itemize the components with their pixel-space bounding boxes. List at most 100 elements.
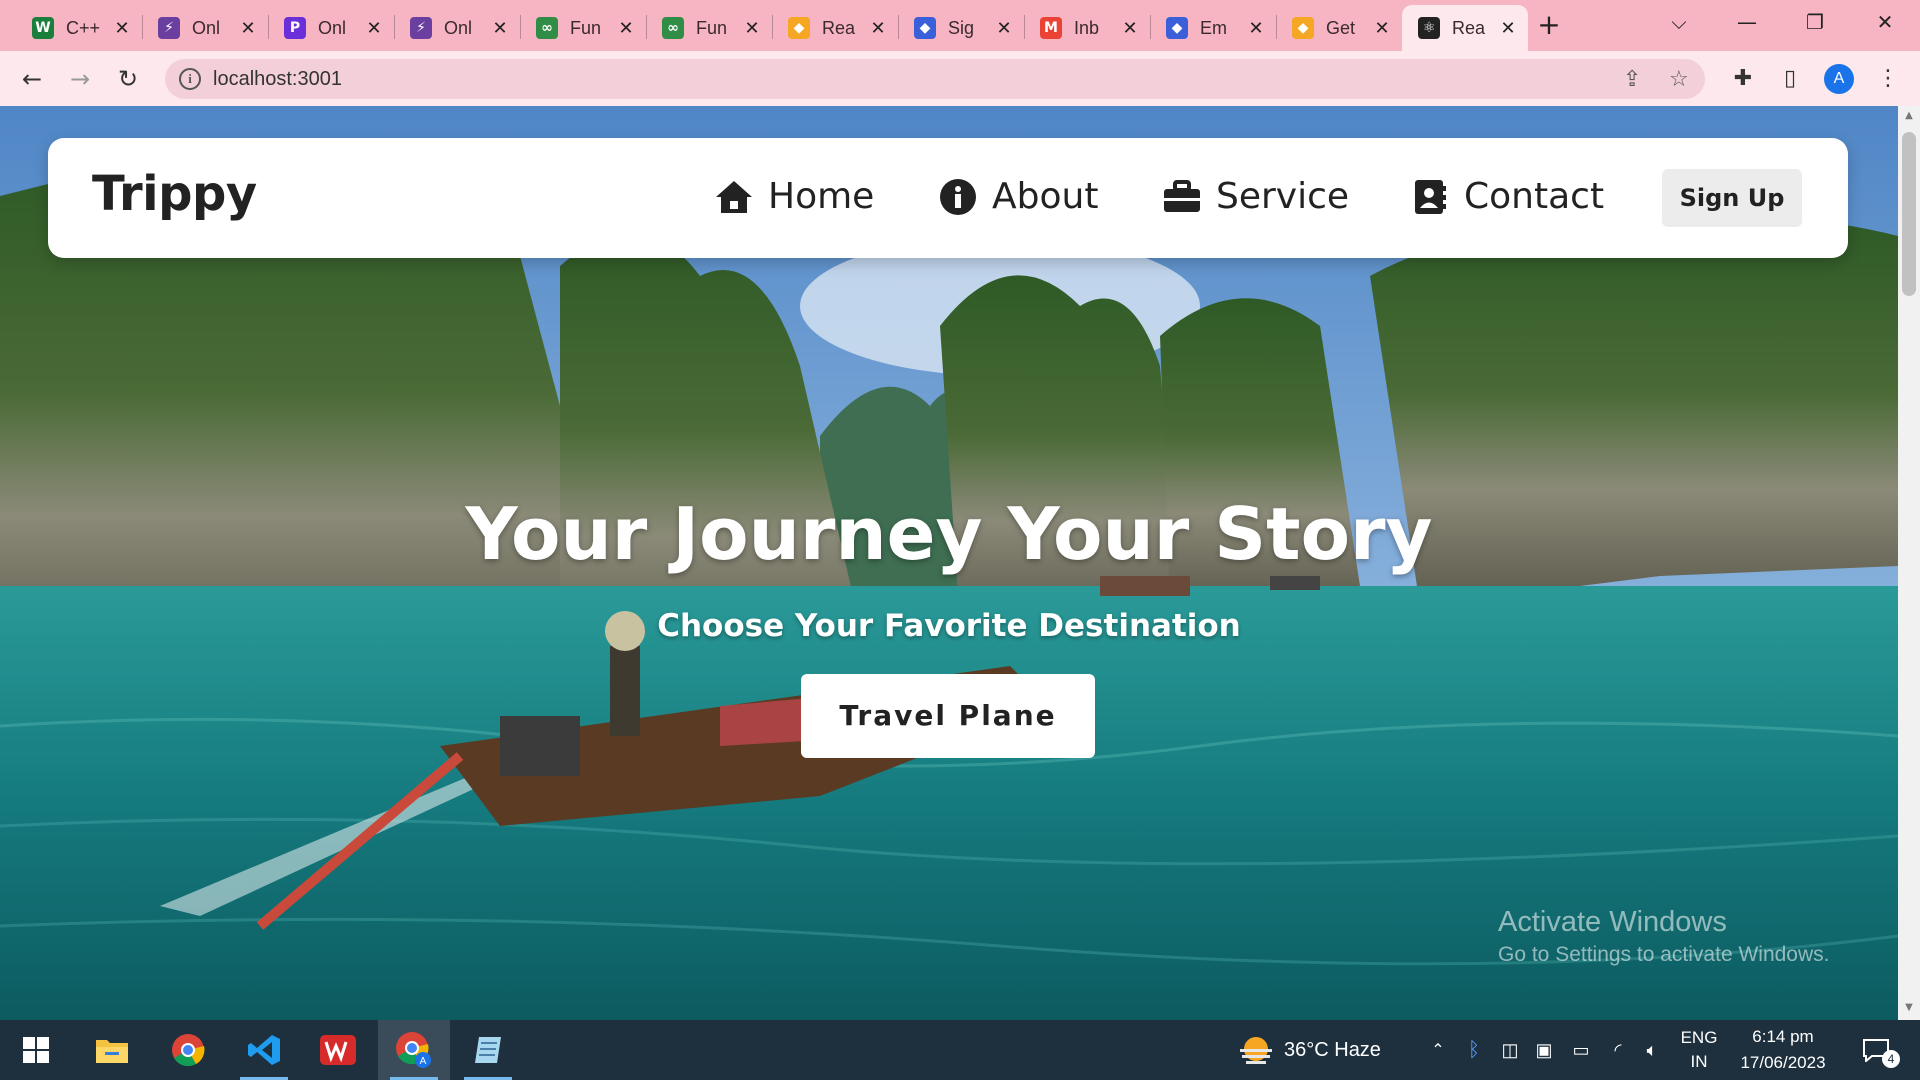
browser-tab[interactable]: ∞ Fun ✕ <box>520 5 646 51</box>
hero-title: Your Journey Your Story <box>465 492 1433 576</box>
close-tab-icon[interactable]: ✕ <box>364 18 384 39</box>
address-bar[interactable]: i localhost:3001 ⇪ ☆ <box>165 59 1705 99</box>
show-hidden-icons-chevron-icon[interactable]: ⌃ <box>1424 1020 1452 1080</box>
taskbar-notepad[interactable] <box>452 1020 524 1080</box>
browser-toolbar: ← → ↻ i localhost:3001 ⇪ ☆ ✚ ▯ A ⋮ <box>0 51 1920 106</box>
taskbar-chrome[interactable] <box>152 1020 224 1080</box>
site-info-icon[interactable]: i <box>179 68 201 90</box>
browser-tab-title: Onl <box>318 17 347 38</box>
sign-up-button[interactable]: Sign Up <box>1662 169 1802 227</box>
meet-now-icon[interactable]: ◫ <box>1496 1020 1524 1080</box>
page-viewport: Trippy Home About Service Contact Sign U… <box>0 106 1898 1020</box>
browser-tab-title: Rea <box>1452 17 1486 38</box>
minimize-button[interactable]: — <box>1724 6 1770 38</box>
nav-link-about-label: About <box>992 176 1099 217</box>
browser-tab[interactable]: ⚡ Onl ✕ <box>394 5 520 51</box>
back-button[interactable]: ← <box>14 61 50 97</box>
browser-tab[interactable]: ⚡ Onl ✕ <box>142 5 268 51</box>
share-icon[interactable]: ⇪ <box>1623 67 1641 92</box>
bolt-icon: ⚡ <box>410 17 432 39</box>
site-logo[interactable]: Trippy <box>92 166 257 222</box>
close-tab-icon[interactable]: ✕ <box>742 18 762 39</box>
taskbar-file-explorer[interactable] <box>76 1020 148 1080</box>
contact-card-icon <box>1410 177 1450 217</box>
close-tab-icon[interactable]: ✕ <box>238 18 258 39</box>
browser-tab[interactable]: ⚛ Rea ✕ <box>1402 5 1528 51</box>
scroll-down-arrow-icon[interactable]: ▼ <box>1898 1002 1920 1013</box>
wifi-icon[interactable]: ◜ <box>1604 1020 1632 1080</box>
page-scrollbar[interactable]: ▲ ▼ <box>1898 106 1920 1020</box>
reload-button[interactable]: ↻ <box>110 61 146 97</box>
taskbar-chrome-profile[interactable]: A <box>378 1020 450 1080</box>
travel-plan-button[interactable]: Travel Plane <box>801 674 1095 758</box>
notification-count-badge: 4 <box>1882 1050 1900 1068</box>
browser-tab-title: Onl <box>192 17 221 38</box>
shield-icon: ◆ <box>1292 17 1314 39</box>
taskbar-wps[interactable] <box>302 1020 374 1080</box>
forward-button[interactable]: → <box>62 61 98 97</box>
wps-office-icon <box>320 1035 356 1065</box>
activate-windows-watermark: Activate Windows Go to Settings to activ… <box>1498 906 1830 967</box>
bookmark-star-icon[interactable]: ☆ <box>1669 67 1689 92</box>
browser-tab[interactable]: ◆ Em ✕ <box>1150 5 1276 51</box>
close-window-button[interactable]: ✕ <box>1862 6 1908 38</box>
browser-tab-title: Onl <box>444 17 473 38</box>
battery-icon[interactable]: ▭ <box>1566 1020 1596 1080</box>
scroll-up-arrow-icon[interactable]: ▲ <box>1898 110 1920 121</box>
language-code: ENG <box>1680 1028 1718 1047</box>
nav-link-about[interactable]: About <box>938 176 1098 217</box>
w-icon: W <box>32 17 54 39</box>
browser-tab-title: Inb <box>1074 17 1100 38</box>
close-tab-icon[interactable]: ✕ <box>112 18 132 39</box>
side-panel-icon[interactable]: ▯ <box>1774 63 1806 95</box>
browser-tab[interactable]: ◆ Get ✕ <box>1276 5 1402 51</box>
menu-kebab-icon[interactable]: ⋮ <box>1872 63 1904 95</box>
browser-tab-title: Em <box>1200 17 1227 38</box>
browser-tab-title: Fun <box>696 17 728 38</box>
close-tab-icon[interactable]: ✕ <box>1120 18 1140 39</box>
close-tab-icon[interactable]: ✕ <box>1372 18 1392 39</box>
browser-tab[interactable]: ◆ Sig ✕ <box>898 5 1024 51</box>
browser-tab[interactable]: ◆ Rea ✕ <box>772 5 898 51</box>
browser-tab[interactable]: W C++ ✕ <box>16 5 142 51</box>
site-navbar: Trippy Home About Service Contact Sign U… <box>48 138 1848 258</box>
taskbar-vscode[interactable] <box>228 1020 300 1080</box>
tab-search-icon[interactable]: ⌵ <box>1656 6 1702 38</box>
weather-widget[interactable]: 36°C Haze <box>1238 1020 1398 1080</box>
haze-sun-icon <box>1240 1037 1272 1064</box>
nav-link-contact[interactable]: Contact <box>1410 176 1604 217</box>
close-tab-icon[interactable]: ✕ <box>490 18 510 39</box>
folder-icon <box>96 1040 128 1063</box>
nav-link-home[interactable]: Home <box>714 176 874 217</box>
profile-avatar[interactable]: A <box>1824 64 1854 94</box>
browser-tab-title: Fun <box>570 17 602 38</box>
close-tab-icon[interactable]: ✕ <box>868 18 888 39</box>
close-tab-icon[interactable]: ✕ <box>1246 18 1266 39</box>
weather-text: 36°C Haze <box>1284 1038 1381 1061</box>
language-indicator[interactable]: ENG IN <box>1676 1020 1722 1080</box>
bluetooth-icon[interactable]: ᛒ <box>1460 1020 1488 1080</box>
start-button[interactable] <box>0 1020 72 1080</box>
house-icon <box>714 177 754 217</box>
close-tab-icon[interactable]: ✕ <box>994 18 1014 39</box>
hero-subtitle: Choose Your Favorite Destination <box>657 608 1241 644</box>
close-tab-icon[interactable]: ✕ <box>1498 18 1518 39</box>
clock[interactable]: 6:14 pm 17/06/2023 <box>1728 1020 1838 1080</box>
screen-icon[interactable]: ▣ <box>1530 1020 1558 1080</box>
url-text: localhost:3001 <box>213 68 342 90</box>
restore-button[interactable]: ❐ <box>1792 6 1838 38</box>
notification-center-button[interactable]: 4 <box>1852 1020 1900 1080</box>
svg-text:A: A <box>420 1056 427 1067</box>
browser-tab[interactable]: P Onl ✕ <box>268 5 394 51</box>
browser-tab[interactable]: ∞ Fun ✕ <box>646 5 772 51</box>
browser-tab-title: Get <box>1326 17 1356 38</box>
volume-icon[interactable]: 🔈︎ <box>1638 1020 1666 1080</box>
nav-link-service-label: Service <box>1216 176 1350 217</box>
extensions-icon[interactable]: ✚ <box>1727 63 1759 95</box>
new-tab-button[interactable]: + <box>1530 10 1568 42</box>
scrollbar-thumb[interactable] <box>1902 132 1916 296</box>
close-tab-icon[interactable]: ✕ <box>616 18 636 39</box>
shield-icon: ◆ <box>788 17 810 39</box>
nav-link-service[interactable]: Service <box>1162 176 1349 217</box>
browser-tab[interactable]: M Inb ✕ <box>1024 5 1150 51</box>
